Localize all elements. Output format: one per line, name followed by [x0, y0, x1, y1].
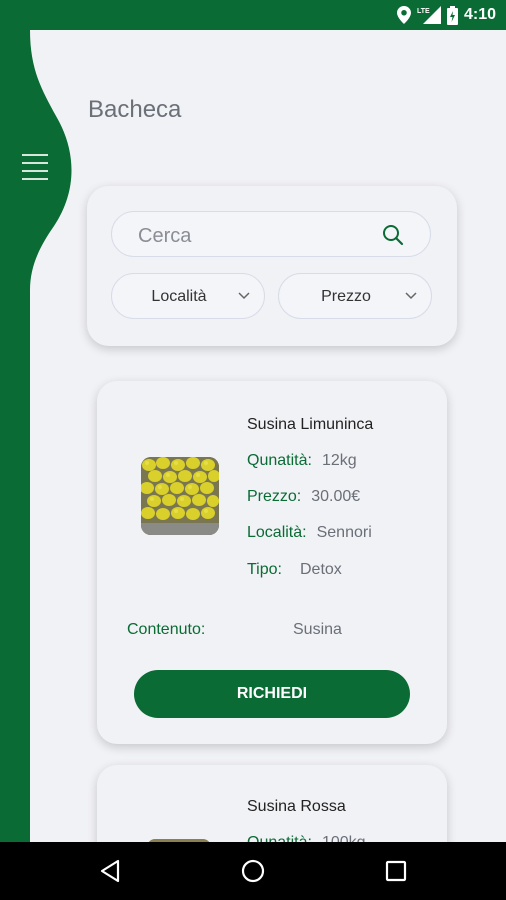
- product-image: [141, 457, 219, 535]
- type-value: Detox: [299, 561, 342, 578]
- page-title: Bacheca: [88, 96, 182, 123]
- search-box[interactable]: [111, 211, 431, 257]
- location-filter-select[interactable]: Località: [111, 273, 265, 319]
- quantity-label: Qunatità:: [247, 452, 312, 469]
- product-name: Susina Rossa: [247, 798, 346, 815]
- battery-icon: [446, 5, 458, 25]
- navigation-bar: [0, 842, 506, 900]
- request-button[interactable]: RICHIEDI: [134, 670, 410, 718]
- filter-card: Località Prezzo: [87, 186, 457, 346]
- search-icon[interactable]: [382, 224, 404, 246]
- product-card: Susina Limuninca Qunatità: 12kg Prezzo: 30…: [97, 381, 447, 744]
- location-value: Sennori: [316, 524, 372, 541]
- chevron-down-icon: [405, 292, 417, 300]
- content-label: Contenuto:: [127, 621, 206, 638]
- type-row: Tipo: Detox: [247, 561, 342, 579]
- back-triangle-icon[interactable]: [98, 858, 124, 884]
- content-value: Susina: [293, 621, 342, 638]
- location-icon: [396, 6, 411, 24]
- price-filter-label: Prezzo: [321, 288, 371, 305]
- location-filter-label: Località: [151, 288, 207, 305]
- svg-text:LTE: LTE: [417, 8, 430, 15]
- type-label: Tipo:: [247, 561, 282, 578]
- recents-square-icon[interactable]: [383, 858, 409, 884]
- price-row: Prezzo: 30.00€: [247, 488, 360, 506]
- status-bar: LTE 4:10: [0, 0, 506, 30]
- location-label: Località:: [247, 524, 307, 541]
- quantity-row: Qunatità: 12kg: [247, 452, 357, 470]
- price-label: Prezzo:: [247, 488, 302, 505]
- search-input[interactable]: [136, 222, 380, 250]
- content-row: Contenuto: Susina: [127, 621, 427, 639]
- product-name: Susina Limuninca: [247, 416, 374, 433]
- status-icons: LTE 4:10: [396, 4, 496, 26]
- status-time: 4:10: [463, 6, 496, 23]
- price-filter-select[interactable]: Prezzo: [278, 273, 432, 319]
- home-circle-icon[interactable]: [240, 858, 266, 884]
- quantity-value: 12kg: [321, 452, 357, 469]
- price-value: 30.00€: [311, 488, 361, 505]
- hamburger-menu-icon[interactable]: [18, 150, 52, 186]
- location-row: Località: Sennori: [247, 524, 372, 542]
- chevron-down-icon: [238, 292, 250, 300]
- lte-signal-icon: LTE: [417, 6, 441, 24]
